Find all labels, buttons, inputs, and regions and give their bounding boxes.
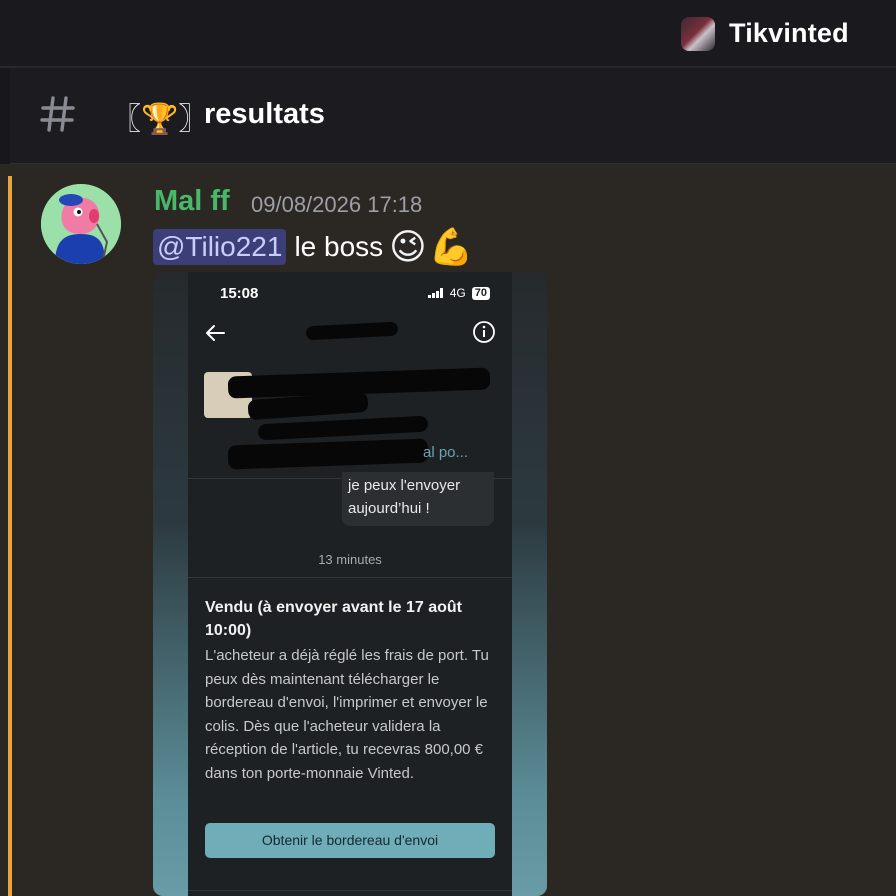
phone-status-time: 15:08 bbox=[220, 285, 259, 302]
wink-emoji: 😉 bbox=[389, 226, 427, 268]
bottom-divider bbox=[188, 890, 512, 891]
time-separator: 13 minutes bbox=[318, 552, 382, 567]
get-shipping-label-button: Obtenir le bordereau d'envoi bbox=[205, 823, 495, 858]
channel-trophy-emoji: 〖🏆〗 bbox=[111, 102, 209, 137]
redaction-scribble bbox=[257, 415, 429, 441]
mention-highlight-bar bbox=[8, 176, 12, 896]
user-mention[interactable]: @Tilio221 bbox=[153, 229, 287, 265]
channel-header-strip bbox=[0, 68, 10, 164]
redaction-scribble bbox=[227, 438, 429, 470]
phone-status-indicators: 4G 70 bbox=[427, 286, 490, 300]
order-status-body: L'acheteur a déjà réglé les frais de por… bbox=[205, 647, 489, 782]
redaction-scribble bbox=[305, 321, 399, 341]
image-attachment[interactable]: 15:08 4G 70 al po... je peux l'envoyer a… bbox=[153, 272, 547, 896]
item-link-fragment: al po... bbox=[423, 444, 469, 461]
server-name[interactable]: Tikvinted bbox=[729, 18, 849, 49]
back-arrow-icon bbox=[206, 325, 225, 341]
hash-icon bbox=[40, 96, 75, 132]
avatar[interactable] bbox=[41, 184, 121, 264]
chat-bubble: je peux l'envoyer aujourd’hui ! bbox=[342, 472, 494, 526]
message-author[interactable]: Mal ff bbox=[154, 185, 230, 218]
order-status-title: Vendu (à envoyer avant le 17 août 10:00) bbox=[205, 599, 462, 639]
channel-name[interactable]: resultats bbox=[204, 98, 325, 131]
flexed-bicep-emoji: 💪 bbox=[428, 227, 474, 268]
message-text: le boss bbox=[294, 231, 384, 262]
phone-screenshot: 15:08 4G 70 al po... je peux l'envoyer a… bbox=[188, 272, 512, 896]
server-avatar[interactable] bbox=[681, 17, 715, 51]
signal-icon bbox=[427, 288, 443, 298]
avatar-character-icon bbox=[41, 184, 121, 264]
message-timestamp: 09/08/2026 17:18 bbox=[251, 192, 423, 217]
info-icon bbox=[473, 321, 495, 343]
message-content: @Tilio221 le boss 😉 💪 bbox=[153, 226, 474, 268]
battery-icon: 70 bbox=[471, 286, 490, 300]
card-divider bbox=[188, 577, 512, 578]
server-header: Tikvinted bbox=[0, 0, 896, 67]
network-label: 4G bbox=[449, 286, 466, 300]
channel-header: 〖🏆〗 resultats bbox=[0, 68, 896, 164]
